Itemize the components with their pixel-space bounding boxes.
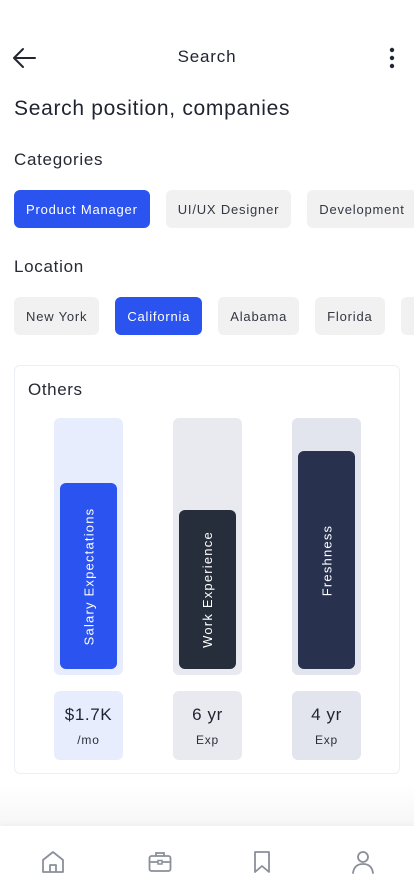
bottom-nav [0, 826, 414, 896]
location-label: Location [14, 257, 84, 276]
more-options-button[interactable] [378, 44, 406, 72]
nav-saved[interactable] [247, 847, 277, 877]
bar-track: Salary Expectations [54, 418, 123, 675]
bar-track: Freshness [292, 418, 361, 675]
user-icon [352, 851, 374, 874]
bar-label: Freshness [319, 524, 334, 596]
nav-home[interactable] [38, 847, 68, 877]
bar-unit: Exp [314, 732, 339, 747]
category-chip-1[interactable]: UI/UX Designer [165, 190, 292, 228]
bar-track: Work Experience [173, 418, 242, 675]
briefcase-icon [148, 852, 172, 872]
work-experience-bar[interactable]: Work Experience [179, 510, 236, 669]
bar-value: 6 yr [192, 704, 223, 724]
others-card: Others Salary Expectations $1.7K /mo Wor… [14, 365, 400, 774]
freshness-value-box: 4 yr Exp [292, 691, 361, 760]
others-title: Others [28, 380, 83, 399]
app-header: Search [0, 36, 414, 78]
bar-value: 4 yr [311, 704, 342, 724]
location-chip-0[interactable]: New York [14, 297, 100, 335]
bookmark-icon [254, 851, 270, 873]
bar-label: Salary Expectations [81, 507, 97, 645]
nav-jobs[interactable] [145, 847, 175, 877]
scroll-fade [0, 786, 414, 826]
page-title: Search [177, 47, 237, 66]
location-chip-list: New York California Alabama Florida [14, 297, 414, 335]
location-chip-3[interactable]: Florida [315, 297, 385, 335]
more-vertical-icon [389, 47, 395, 69]
bar-value: $1.7K [64, 704, 113, 724]
freshness-bar[interactable]: Freshness [298, 451, 355, 669]
bar-label: Work Experience [200, 531, 215, 648]
category-chip-2[interactable]: Development [307, 190, 414, 228]
bar-unit: Exp [195, 732, 220, 747]
location-chip-1[interactable]: California [115, 297, 203, 335]
location-chip-2[interactable]: Alabama [218, 297, 300, 335]
categories-chip-list: Product Manager UI/UX Designer Development [14, 190, 414, 228]
experience-value-box: 6 yr Exp [173, 691, 242, 760]
home-icon [42, 851, 64, 873]
search-heading: Search position, companies [14, 97, 291, 120]
location-chip-4[interactable] [400, 297, 414, 335]
categories-label: Categories [14, 150, 104, 169]
salary-expectations-bar[interactable]: Salary Expectations [60, 483, 117, 669]
nav-profile[interactable] [348, 847, 378, 877]
salary-value-box: $1.7K /mo [54, 691, 123, 760]
category-chip-0[interactable]: Product Manager [14, 190, 150, 228]
bar-unit: /mo [77, 732, 100, 747]
